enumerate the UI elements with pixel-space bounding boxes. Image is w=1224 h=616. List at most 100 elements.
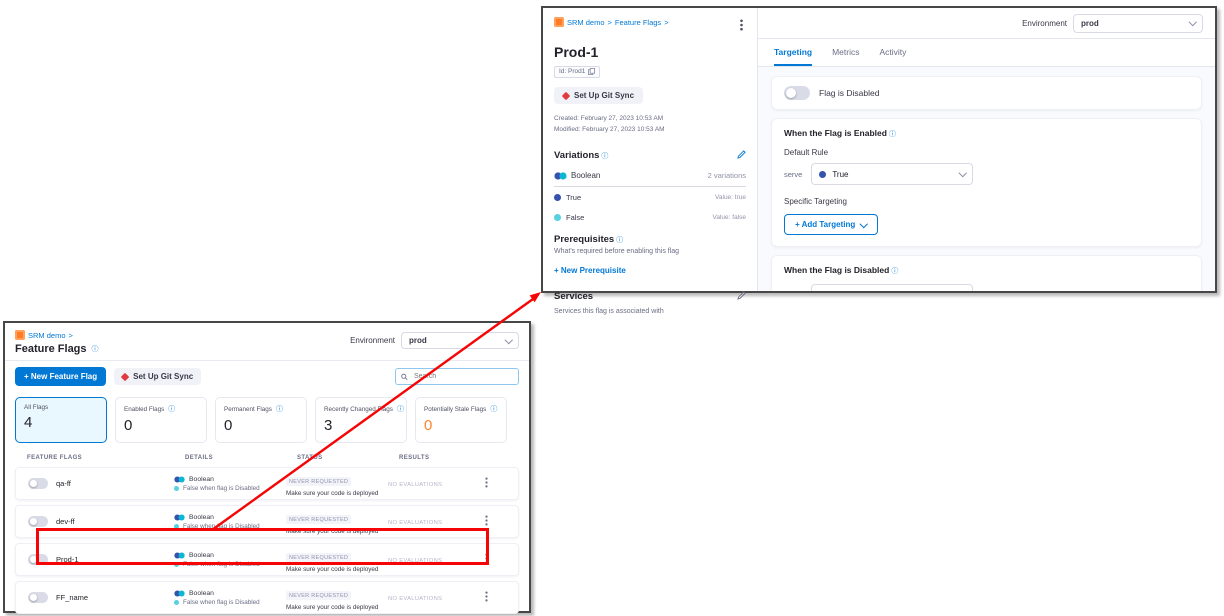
false-variation-dot xyxy=(174,600,179,605)
breadcrumb-separator: > xyxy=(608,18,612,27)
chevron-down-icon xyxy=(959,169,967,177)
page-title: Feature Flags xyxy=(15,343,87,355)
status-badge: NEVER REQUESTED xyxy=(286,515,351,524)
prerequisites-description: What's required before enabling this fla… xyxy=(554,248,746,255)
stat-card-permanent-flags[interactable]: Permanent Flagsⓘ 0 xyxy=(215,397,307,443)
services-heading: Services xyxy=(554,291,593,302)
false-variation-dot xyxy=(554,214,561,221)
specific-targeting-label: Specific Targeting xyxy=(784,197,1189,206)
info-icon: ⓘ xyxy=(616,237,623,244)
environment-label: Environment xyxy=(1022,19,1067,28)
add-targeting-button[interactable]: + Add Targeting xyxy=(784,214,878,235)
boolean-type-icon xyxy=(554,172,567,180)
flag-enabled-toggle[interactable] xyxy=(784,86,810,100)
flag-id-chip[interactable]: Id: Prod1 xyxy=(554,66,600,78)
breadcrumb-project-link[interactable]: SRM demo xyxy=(567,18,605,27)
flag-title: Prod-1 xyxy=(554,44,746,60)
info-icon: ⓘ xyxy=(891,268,898,275)
flag-toggle[interactable] xyxy=(28,478,48,489)
stat-card-enabled-flags[interactable]: Enabled Flagsⓘ 0 xyxy=(115,397,207,443)
search-icon xyxy=(401,373,408,381)
edit-services-icon[interactable] xyxy=(737,287,746,305)
tab-targeting[interactable]: Targeting xyxy=(774,39,812,66)
breadcrumb-separator: > xyxy=(664,18,668,27)
info-icon: ⓘ xyxy=(92,344,99,354)
column-header: FEATURE FLAGS xyxy=(27,455,185,461)
stat-card-potentially-stale-flags[interactable]: Potentially Stale Flagsⓘ 0 xyxy=(415,397,507,443)
set-up-git-sync-button[interactable]: Set Up Git Sync xyxy=(554,87,643,104)
detail-tabs: Targeting Metrics Activity xyxy=(758,39,1215,67)
table-row[interactable]: FF_name Boolean False when flag is Disab… xyxy=(15,581,519,614)
info-icon: ⓘ xyxy=(276,404,283,414)
default-rule-serve-select[interactable]: True xyxy=(811,163,973,185)
flag-name: dev-ff xyxy=(56,517,75,526)
set-up-git-sync-button[interactable]: Set Up Git Sync xyxy=(114,368,201,385)
services-description: Services this flag is associated with xyxy=(554,308,746,315)
flag-summary-column: SRM demo > Feature Flags > Prod-1 Id: Pr… xyxy=(543,8,758,291)
true-variation-dot xyxy=(819,171,826,178)
chevron-down-icon xyxy=(1188,18,1196,26)
prerequisites-heading: Prerequisitesⓘ xyxy=(554,234,623,245)
variation-count: 2 variations xyxy=(708,171,746,180)
breadcrumb-section-link[interactable]: Feature Flags xyxy=(615,18,661,27)
status-badge: NEVER REQUESTED xyxy=(286,591,351,600)
tab-metrics[interactable]: Metrics xyxy=(832,39,859,66)
stat-card-recently-changed-flags[interactable]: Recently Changed Flagsⓘ 3 xyxy=(315,397,407,443)
breadcrumb-separator: > xyxy=(69,331,73,340)
highlight-box xyxy=(36,528,489,565)
flag-timestamps: Created: February 27, 2023 10:53 AM Modi… xyxy=(554,113,746,135)
variation-item: False Value: false xyxy=(554,207,746,227)
enabled-rules-card: When the Flag is Enabledⓘ Default Rule s… xyxy=(771,118,1202,247)
serve-label: serve xyxy=(784,170,802,179)
environment-select[interactable]: prod xyxy=(401,332,519,349)
flag-name: qa-ff xyxy=(56,479,71,488)
info-icon: ⓘ xyxy=(397,404,404,414)
flag-state-card: Flag is Disabled xyxy=(771,76,1202,110)
info-icon: ⓘ xyxy=(889,131,896,138)
column-header: RESULTS xyxy=(399,455,487,461)
git-sync-icon xyxy=(121,372,129,380)
chevron-down-icon xyxy=(860,220,868,228)
flag-toggle[interactable] xyxy=(28,516,48,527)
chevron-down-icon xyxy=(504,336,512,344)
boolean-type-icon xyxy=(174,590,185,597)
git-sync-icon xyxy=(562,91,570,99)
info-icon: ⓘ xyxy=(168,404,175,414)
flag-name: FF_name xyxy=(56,593,88,602)
breadcrumb: SRM demo > xyxy=(15,330,99,340)
kebab-menu-icon[interactable] xyxy=(476,475,496,493)
kebab-menu-icon[interactable] xyxy=(737,17,746,37)
table-header-row: FEATURE FLAGS DETAILS STATUS RESULTS xyxy=(5,446,529,467)
default-rule-label: Default Rule xyxy=(784,148,1189,157)
boolean-type-icon xyxy=(174,514,185,521)
environment-label: Environment xyxy=(350,336,395,345)
flag-toggle[interactable] xyxy=(28,592,48,603)
false-variation-dot xyxy=(174,486,179,491)
flag-targeting-column: Environment prod Targeting Metrics Activ… xyxy=(758,8,1215,291)
edit-variations-icon[interactable] xyxy=(737,146,746,164)
stat-card-all-flags[interactable]: All Flags 4 xyxy=(15,397,107,443)
disabled-serve-select[interactable]: False xyxy=(811,284,973,291)
column-header: STATUS xyxy=(297,455,399,461)
enabled-section-heading: When the Flag is Enabledⓘ xyxy=(784,128,1189,139)
flag-state-label: Flag is Disabled xyxy=(819,88,879,98)
breadcrumb-project-link[interactable]: SRM demo xyxy=(28,331,66,340)
search-input[interactable] xyxy=(412,372,513,381)
info-icon: ⓘ xyxy=(601,153,608,160)
variation-type-row: Boolean 2 variations xyxy=(554,164,746,187)
variation-type-label: Boolean xyxy=(571,171,600,180)
info-icon: ⓘ xyxy=(490,404,497,414)
new-prerequisite-link[interactable]: + New Prerequisite xyxy=(554,266,626,275)
column-header: DETAILS xyxy=(185,455,297,461)
kebab-menu-icon[interactable] xyxy=(476,589,496,607)
boolean-type-icon xyxy=(174,476,185,483)
table-row[interactable]: qa-ff Boolean False when flag is Disable… xyxy=(15,467,519,500)
environment-select[interactable]: prod xyxy=(1073,14,1203,33)
status-badge: NEVER REQUESTED xyxy=(286,477,351,486)
created-timestamp: Created: February 27, 2023 10:53 AM xyxy=(554,113,746,124)
search-box xyxy=(395,368,519,385)
flag-detail-panel: SRM demo > Feature Flags > Prod-1 Id: Pr… xyxy=(541,6,1217,293)
tab-activity[interactable]: Activity xyxy=(879,39,906,66)
disabled-rules-card: When the Flag is Disabledⓘ serve False xyxy=(771,255,1202,291)
new-feature-flag-button[interactable]: + New Feature Flag xyxy=(15,367,106,386)
